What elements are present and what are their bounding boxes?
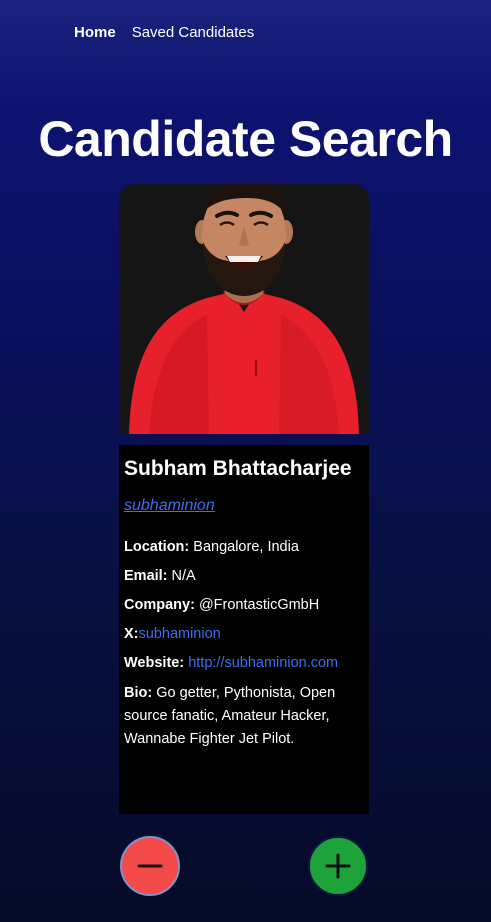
bio-value: Go getter, Pythonista, Open source fanat…: [124, 685, 336, 747]
location-value: Bangalore, India: [193, 539, 299, 555]
email-label: Email:: [124, 568, 168, 584]
nav-home-link[interactable]: Home: [74, 24, 116, 41]
website-link[interactable]: http://subhaminion.com: [188, 655, 338, 671]
candidate-name: Subham Bhattacharjee: [124, 457, 352, 480]
email-row: Email: N/A: [124, 566, 364, 586]
candidate-avatar: [119, 184, 369, 434]
website-row: Website: http://subhaminion.com: [124, 653, 364, 673]
plus-icon: [325, 853, 351, 879]
x-profile-link[interactable]: subhaminion: [139, 626, 221, 642]
save-candidate-button[interactable]: [308, 836, 368, 896]
location-row: Location: Bangalore, India: [124, 537, 364, 557]
company-value: @FrontasticGmbH: [198, 597, 320, 613]
company-label: Company:: [124, 597, 195, 613]
candidate-photo-illustration: [119, 184, 369, 434]
bio-label: Bio:: [124, 685, 153, 701]
candidate-card: Subham Bhattacharjee subhaminion Locatio…: [119, 445, 369, 814]
reject-candidate-button[interactable]: [120, 836, 180, 896]
location-label: Location:: [124, 539, 190, 555]
top-nav: Home Saved Candidates: [74, 24, 254, 41]
website-label: Website:: [124, 655, 185, 671]
page-title: Candidate Search: [38, 111, 453, 167]
company-row: Company: @FrontasticGmbH: [124, 595, 364, 615]
x-row: X:subhaminion: [124, 624, 364, 644]
candidate-username-link[interactable]: subhaminion: [124, 497, 364, 515]
bio-row: Bio: Go getter, Pythonista, Open source …: [124, 682, 364, 751]
nav-saved-candidates-link[interactable]: Saved Candidates: [132, 24, 255, 41]
minus-icon: [137, 864, 163, 868]
email-value: N/A: [171, 568, 196, 584]
x-label: X:: [124, 626, 139, 642]
